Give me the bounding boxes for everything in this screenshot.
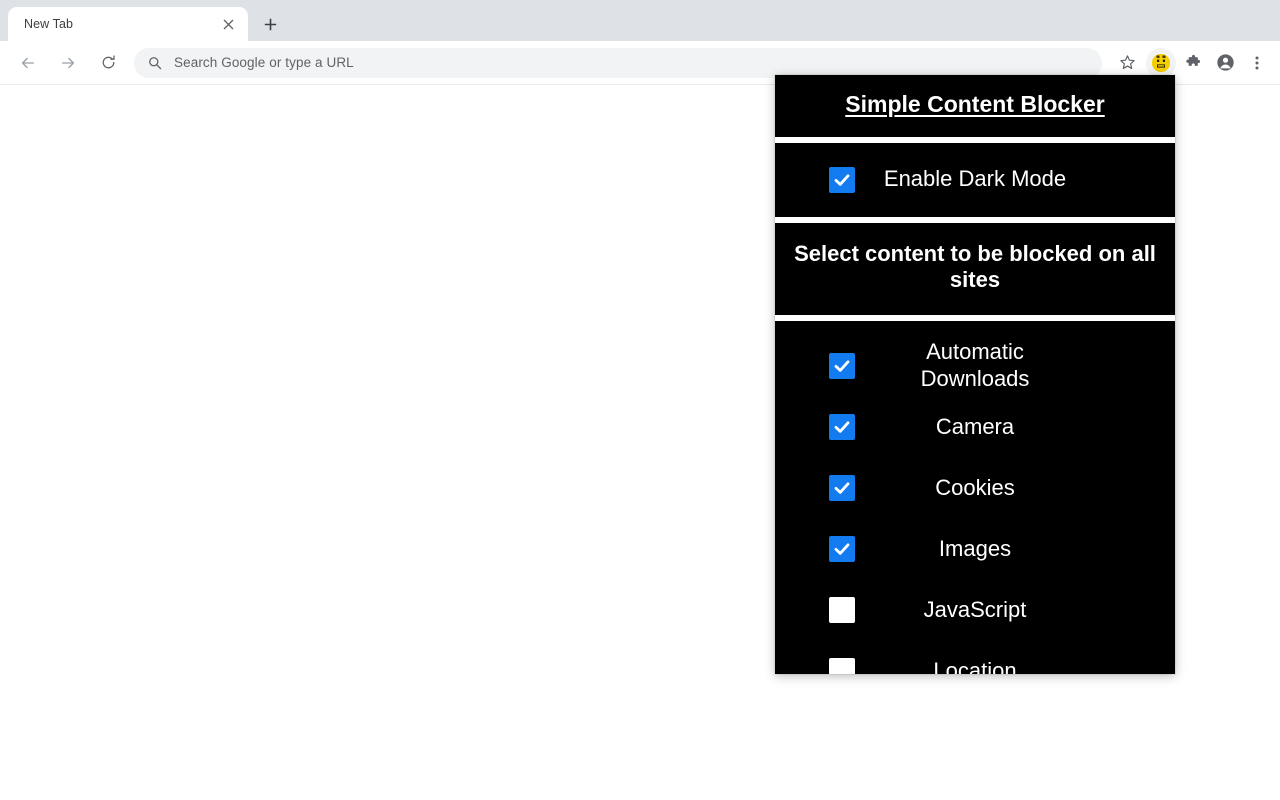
- arrow-back-icon[interactable]: [12, 47, 44, 79]
- tab-title: New Tab: [24, 17, 74, 31]
- block-item-row[interactable]: Images: [775, 518, 1175, 579]
- block-item-row[interactable]: Cookies: [775, 457, 1175, 518]
- reload-icon[interactable]: [92, 47, 124, 79]
- dark-mode-panel: Enable Dark Mode: [775, 142, 1175, 217]
- arrow-forward-icon[interactable]: [52, 47, 84, 79]
- block-item-checkbox[interactable]: [829, 596, 855, 623]
- new-tab-button[interactable]: [256, 10, 284, 38]
- profile-avatar-icon[interactable]: [1210, 48, 1240, 78]
- block-item-row[interactable]: JavaScript: [775, 579, 1175, 640]
- extension-badge-icon: [1152, 53, 1170, 72]
- section-heading: Select content to be blocked on all site…: [794, 240, 1156, 292]
- block-item-checkbox[interactable]: [829, 352, 855, 379]
- omnibox[interactable]: [134, 47, 1102, 78]
- search-icon: [148, 56, 162, 70]
- three-dot-menu-icon[interactable]: [1242, 48, 1272, 78]
- block-item-checkbox[interactable]: [829, 535, 855, 562]
- close-icon[interactable]: [218, 14, 238, 34]
- block-item-checkbox[interactable]: [829, 413, 855, 440]
- block-item-row[interactable]: Location: [775, 640, 1175, 674]
- dark-mode-checkbox[interactable]: [829, 166, 855, 193]
- block-item-checkbox[interactable]: [829, 657, 855, 674]
- tab-strip: New Tab: [0, 0, 1280, 41]
- block-item-row[interactable]: Camera: [775, 396, 1175, 457]
- tab-new-tab[interactable]: New Tab: [8, 7, 248, 41]
- puzzle-piece-icon[interactable]: [1178, 48, 1208, 78]
- block-item-checkbox[interactable]: [829, 474, 855, 501]
- popup-header-panel: Simple Content Blocker: [775, 75, 1175, 137]
- extension-popup: Simple Content Blocker Enable Dark Mode …: [775, 75, 1175, 674]
- block-list: Automatic Downloads Camera Cookies Images Ja…: [775, 321, 1175, 674]
- page-title: Simple Content Blocker: [845, 91, 1105, 117]
- dark-mode-row[interactable]: Enable Dark Mode: [775, 143, 1175, 217]
- content-blocker-extension-icon[interactable]: [1146, 47, 1176, 78]
- browser-window: New Tab Search Google or type a URL Simp…: [0, 0, 1280, 800]
- block-item-row[interactable]: Automatic Downloads: [775, 335, 1175, 396]
- search-input[interactable]: [174, 55, 1088, 70]
- section-heading-panel: Select content to be blocked on all site…: [775, 222, 1175, 316]
- star-icon[interactable]: [1112, 48, 1142, 78]
